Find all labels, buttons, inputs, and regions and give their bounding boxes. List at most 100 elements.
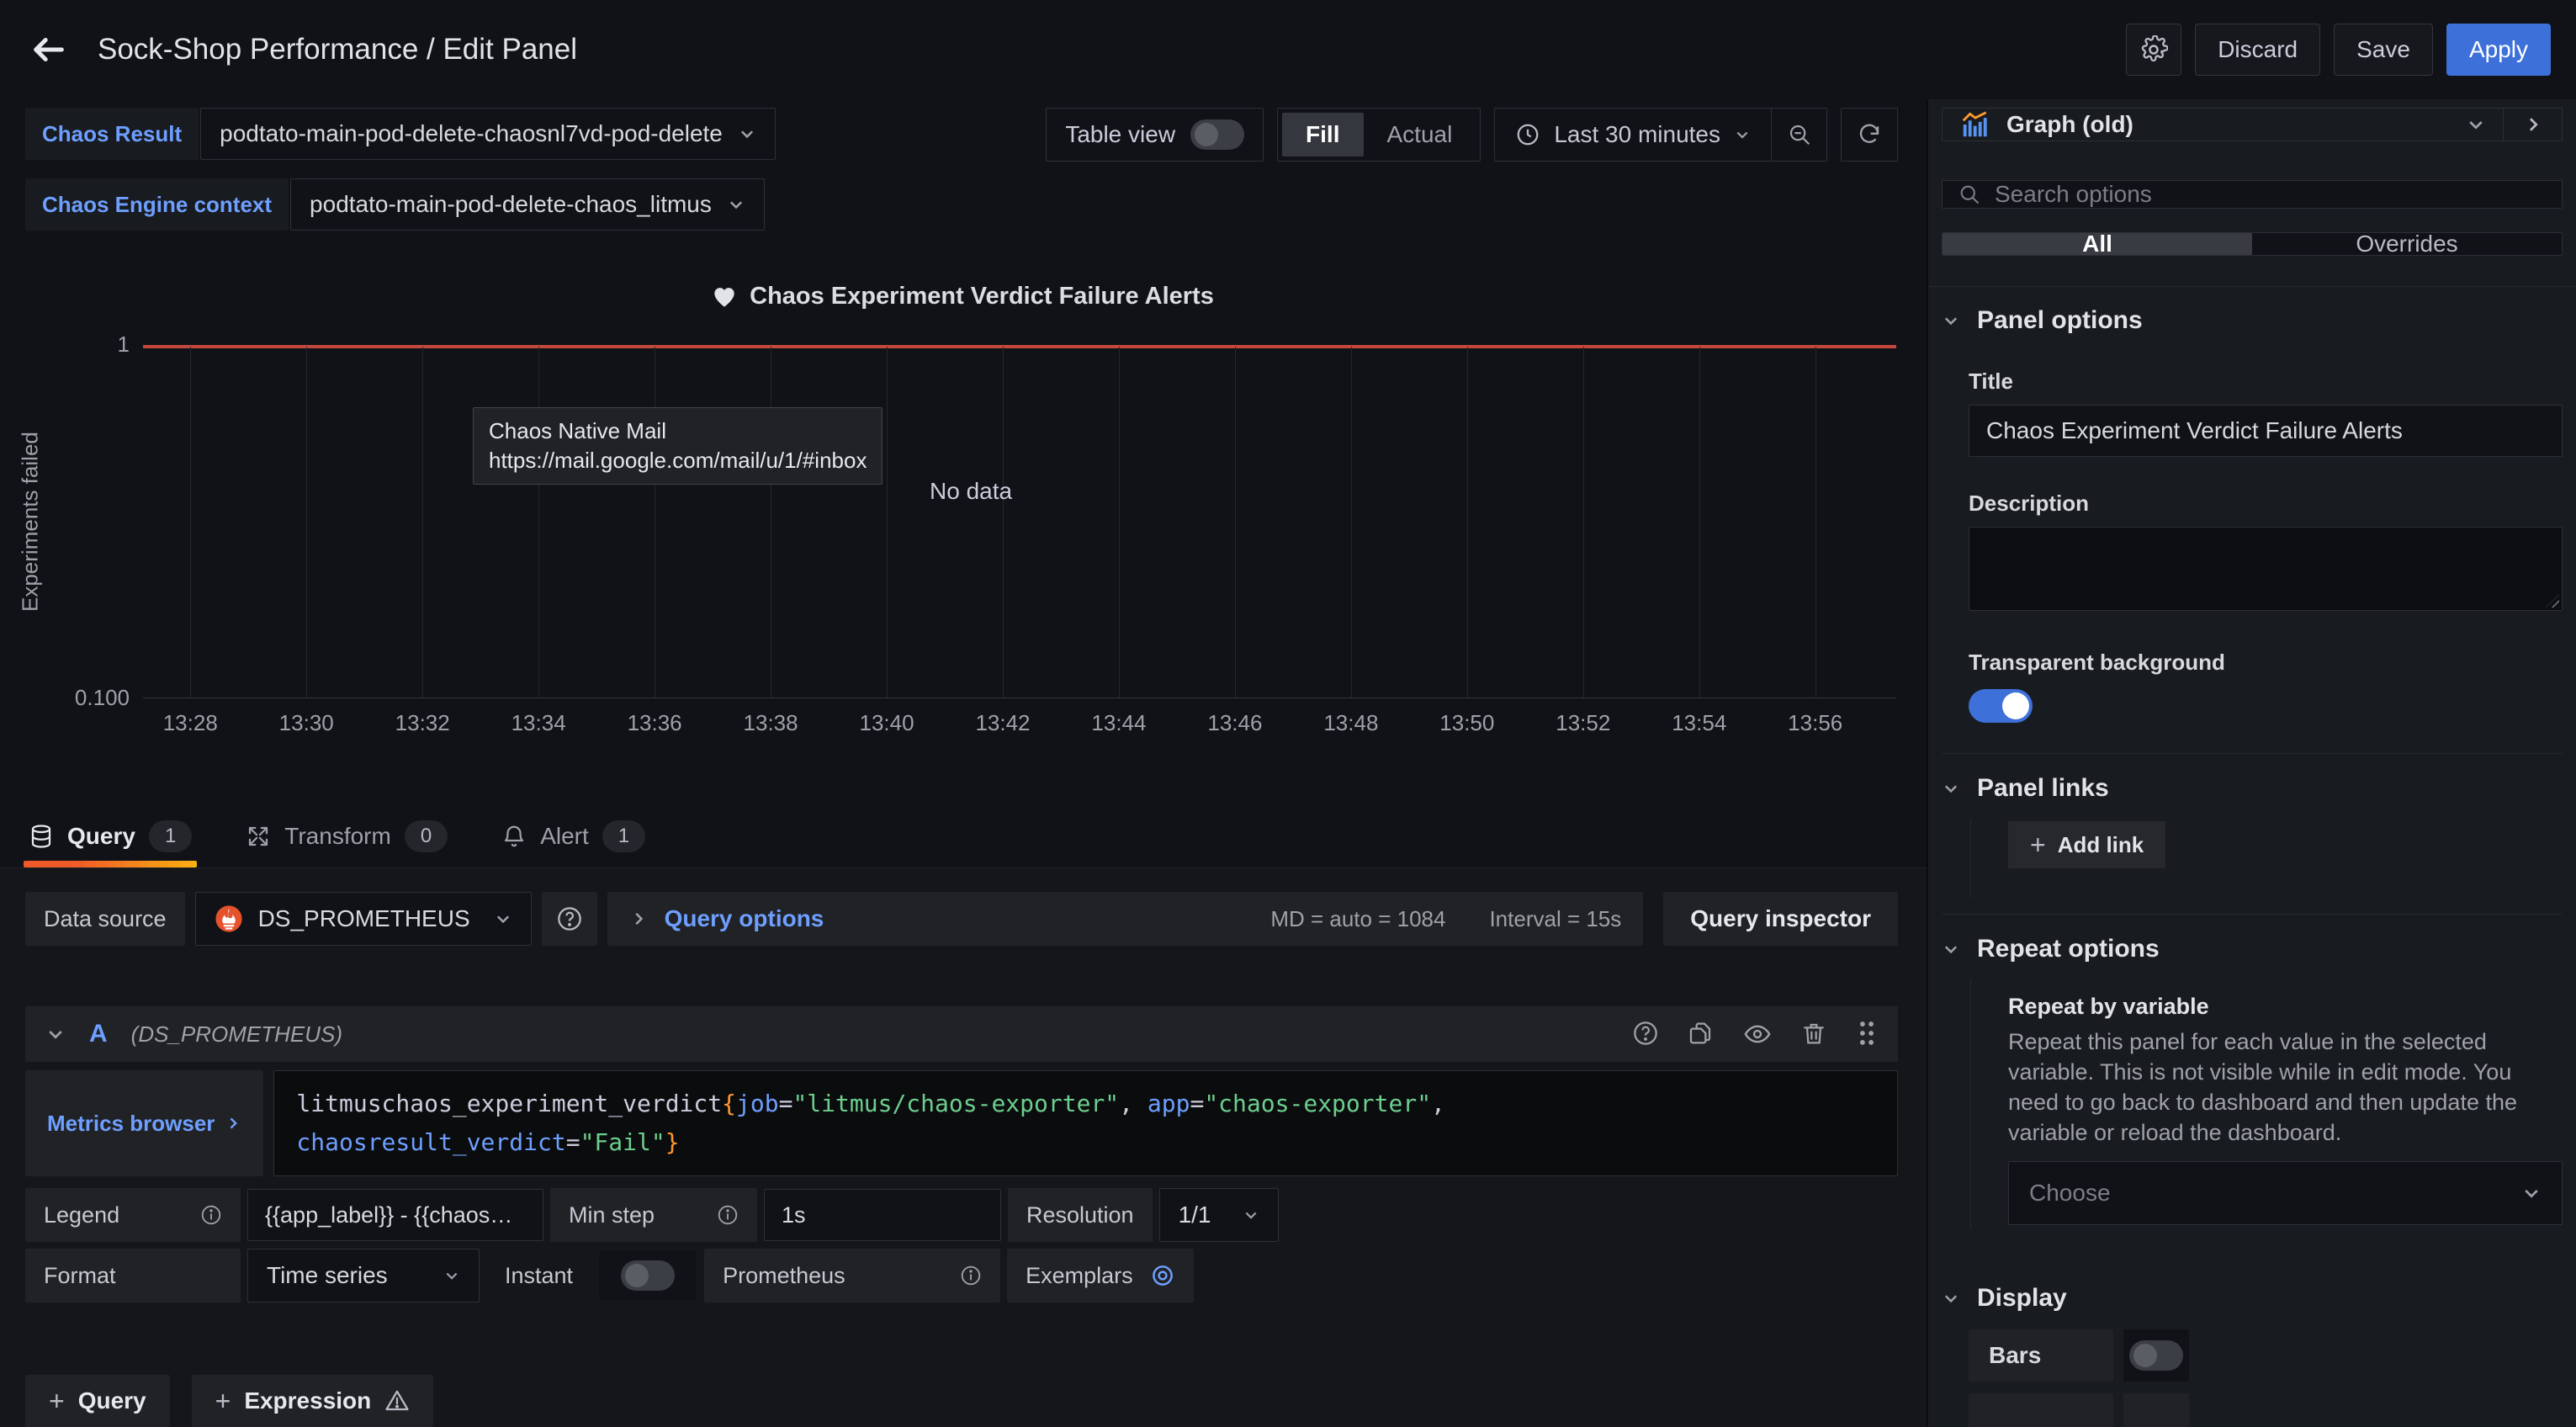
duplicate-query-icon[interactable] bbox=[1688, 1020, 1715, 1048]
graph-viz-icon bbox=[1959, 109, 1991, 141]
chevron-right-icon bbox=[225, 1115, 241, 1132]
add-link-button[interactable]: + Add link bbox=[2008, 821, 2165, 868]
legend-label-text: Legend bbox=[44, 1202, 119, 1228]
query-help-icon[interactable] bbox=[1632, 1020, 1659, 1048]
legend-input[interactable] bbox=[247, 1189, 543, 1241]
promql-expression-input[interactable]: litmuschaos_experiment_verdict{job="litm… bbox=[273, 1070, 1898, 1176]
tab-alert-count: 1 bbox=[602, 820, 645, 852]
x-tick-label: 13:30 bbox=[279, 710, 334, 736]
annotation-tooltip-url: https://mail.google.com/mail/u/1/#inbox bbox=[489, 446, 867, 475]
min-step-input[interactable] bbox=[764, 1189, 1001, 1241]
panel-options-section: Panel options Title Description Transpar… bbox=[1928, 286, 2576, 754]
repeat-description: Repeat this panel for each value in the … bbox=[2008, 1026, 2563, 1148]
chevron-down-icon bbox=[2521, 1183, 2542, 1203]
options-filter-tabs: All Overrides bbox=[1942, 232, 2563, 256]
description-field-label: Description bbox=[1969, 491, 2563, 517]
tab-transform[interactable]: Transform 0 bbox=[246, 804, 448, 867]
resize-grip-icon[interactable] bbox=[2546, 594, 2559, 607]
repeat-options-header[interactable]: Repeat options bbox=[1942, 935, 2563, 963]
toggle-viz-pane-button[interactable] bbox=[2503, 109, 2562, 141]
datasource-help-button[interactable] bbox=[542, 892, 597, 946]
gridline bbox=[887, 347, 888, 698]
refresh-button[interactable] bbox=[1841, 108, 1898, 162]
min-step-label-text: Min step bbox=[569, 1202, 655, 1228]
exemplars-target-icon[interactable] bbox=[1150, 1263, 1175, 1288]
format-select[interactable]: Time series bbox=[247, 1249, 480, 1302]
refresh-icon bbox=[1857, 122, 1882, 147]
delete-query-icon[interactable] bbox=[1800, 1020, 1827, 1048]
help-circle-icon bbox=[556, 905, 583, 932]
annotation-tooltip: Chaos Native Mail https://mail.google.co… bbox=[473, 407, 883, 485]
zoom-out-button[interactable] bbox=[1771, 109, 1826, 161]
panel-options-header[interactable]: Panel options bbox=[1942, 306, 2563, 335]
display-header-label: Display bbox=[1977, 1284, 2067, 1313]
bars-option-row: Bars bbox=[1969, 1329, 2563, 1382]
plus-icon: + bbox=[215, 1386, 231, 1417]
x-tick-label: 13:38 bbox=[744, 710, 798, 736]
add-query-label: Query bbox=[78, 1387, 146, 1414]
back-arrow-icon[interactable] bbox=[25, 26, 72, 73]
tab-query[interactable]: Query 1 bbox=[29, 804, 192, 867]
discard-button[interactable]: Discard bbox=[2195, 24, 2320, 76]
gridline bbox=[1815, 347, 1816, 698]
plot-area[interactable] bbox=[143, 345, 1896, 698]
save-button[interactable]: Save bbox=[2334, 24, 2433, 76]
gridline bbox=[1235, 347, 1236, 698]
toggle-visibility-icon[interactable] bbox=[1743, 1020, 1772, 1048]
gridline bbox=[1583, 347, 1584, 698]
datasource-picker[interactable]: DS_PROMETHEUS bbox=[195, 892, 532, 946]
tab-query-count: 1 bbox=[149, 820, 192, 852]
panel-settings-button[interactable] bbox=[2126, 24, 2181, 76]
query-options-strip: Query options MD = auto = 1084 Interval … bbox=[607, 892, 1644, 946]
gridline bbox=[1699, 347, 1700, 698]
gridline bbox=[538, 347, 539, 698]
time-range-button[interactable]: Last 30 minutes bbox=[1495, 121, 1771, 148]
gridline bbox=[1467, 347, 1468, 698]
metrics-browser-button[interactable]: Metrics browser bbox=[25, 1070, 263, 1176]
datasource-value: DS_PROMETHEUS bbox=[258, 905, 470, 932]
plus-icon: + bbox=[2030, 830, 2046, 861]
bars-toggle[interactable] bbox=[2129, 1340, 2183, 1371]
panel-links-header[interactable]: Panel links bbox=[1942, 774, 2563, 803]
apply-button[interactable]: Apply bbox=[2446, 24, 2551, 76]
panel-description-textarea[interactable] bbox=[1969, 527, 2563, 611]
table-view-toggle[interactable] bbox=[1190, 119, 1244, 150]
add-query-button[interactable]: + Query bbox=[25, 1375, 170, 1427]
variable-chaos-engine: Chaos Engine context podtato-main-pod-de… bbox=[25, 178, 776, 231]
query-inspector-button[interactable]: Query inspector bbox=[1663, 892, 1898, 946]
chaos-result-dropdown[interactable]: podtato-main-pod-delete-chaosnl7vd-pod-d… bbox=[200, 108, 776, 160]
transparent-background-toggle[interactable] bbox=[1969, 689, 2033, 723]
query-options-link[interactable]: Query options bbox=[665, 905, 824, 932]
graph-panel-title[interactable]: Chaos Experiment Verdict Failure Alerts bbox=[0, 283, 1927, 310]
tab-alert[interactable]: Alert 1 bbox=[501, 804, 645, 867]
visualization-select[interactable]: Graph (old) bbox=[1943, 109, 2503, 141]
options-search-input[interactable] bbox=[1995, 181, 2547, 208]
repeat-by-variable-label: Repeat by variable bbox=[2008, 994, 2563, 1020]
repeat-options-header-label: Repeat options bbox=[1977, 935, 2160, 963]
resolution-select[interactable]: 1/1 bbox=[1159, 1188, 1279, 1242]
plus-icon: + bbox=[49, 1386, 65, 1417]
add-expression-button[interactable]: + Expression bbox=[192, 1375, 434, 1427]
display-header[interactable]: Display bbox=[1942, 1284, 2563, 1313]
gridline bbox=[1351, 347, 1352, 698]
gridline bbox=[1003, 347, 1004, 698]
warning-triangle-icon bbox=[384, 1388, 410, 1414]
tab-all[interactable]: All bbox=[1943, 233, 2252, 255]
actual-option[interactable]: Actual bbox=[1364, 113, 1476, 156]
clock-icon bbox=[1515, 122, 1540, 147]
repeat-variable-select[interactable]: Choose bbox=[2008, 1161, 2563, 1225]
x-tick-label: 13:48 bbox=[1323, 710, 1378, 736]
tab-transform-count: 0 bbox=[405, 820, 448, 852]
chaos-engine-dropdown[interactable]: podtato-main-pod-delete-chaos_litmus bbox=[290, 178, 765, 231]
tab-overrides[interactable]: Overrides bbox=[2252, 233, 2562, 255]
table-view-control: Table view bbox=[1046, 108, 1264, 162]
tab-query-label: Query bbox=[67, 823, 135, 850]
drag-handle-icon[interactable] bbox=[1856, 1020, 1878, 1048]
panel-title-input[interactable] bbox=[1969, 405, 2563, 457]
panel-options-sidebar: Graph (old) All Overrides Panel options … bbox=[1927, 99, 2576, 1427]
query-row-header[interactable]: A (DS_PROMETHEUS) bbox=[25, 1006, 1898, 1062]
fill-option[interactable]: Fill bbox=[1282, 113, 1363, 156]
resolution-field-label: Resolution bbox=[1008, 1188, 1153, 1242]
graph-title-text: Chaos Experiment Verdict Failure Alerts bbox=[750, 283, 1214, 310]
instant-toggle[interactable] bbox=[621, 1260, 675, 1291]
